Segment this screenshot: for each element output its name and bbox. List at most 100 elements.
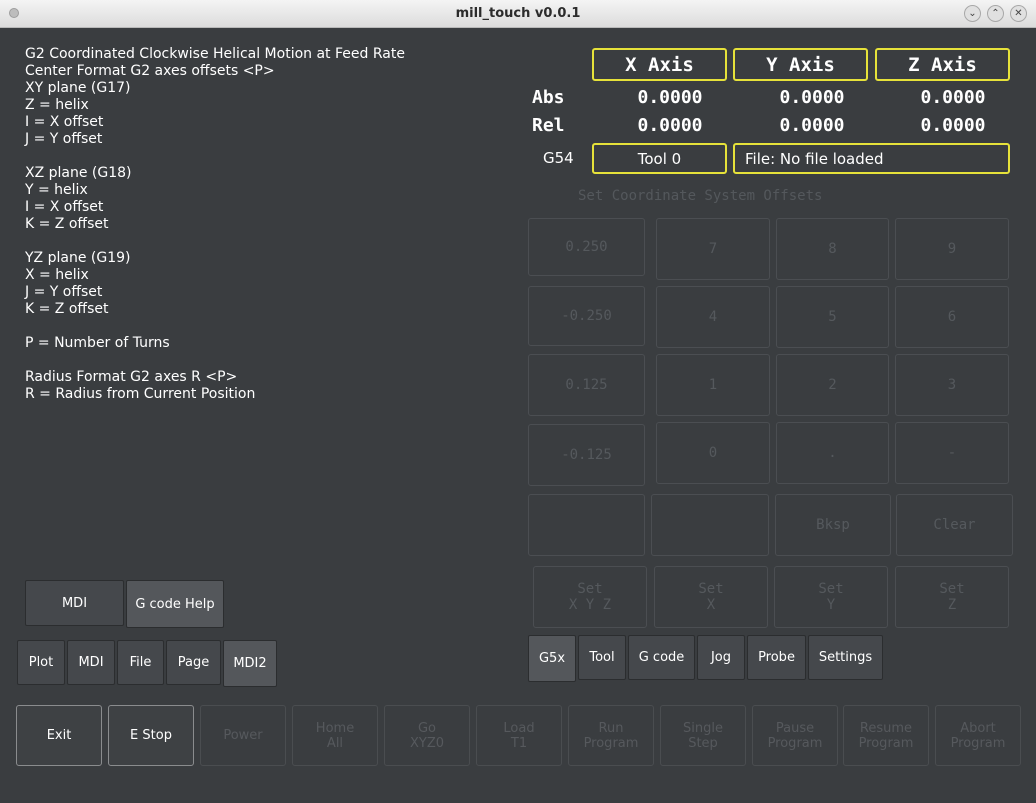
minimize-button[interactable]: ⌄ — [964, 5, 981, 22]
pause-program-button[interactable]: Pause Program — [752, 705, 838, 766]
gcode-help-button[interactable]: G code Help — [126, 580, 224, 628]
resume-program-button[interactable]: Resume Program — [843, 705, 929, 766]
keypad-bksp-button[interactable]: Bksp — [775, 494, 891, 556]
keypad-3-button[interactable]: 3 — [895, 354, 1009, 416]
abort-program-line2: Program — [950, 735, 1006, 751]
home-all-button[interactable]: Home All — [292, 705, 378, 766]
set-x-button[interactable]: Set X — [654, 566, 768, 628]
help-line: G2 Coordinated Clockwise Helical Motion … — [25, 46, 405, 62]
help-line: I = X offset — [25, 199, 104, 215]
help-line: Y = helix — [25, 182, 88, 198]
tab-tool[interactable]: Tool — [578, 635, 626, 680]
tab-jog[interactable]: Jog — [697, 635, 745, 680]
tab-mdi[interactable]: MDI — [67, 640, 115, 685]
help-line — [25, 318, 505, 335]
single-step-line2: Step — [688, 735, 718, 751]
maximize-icon: ⌃ — [991, 7, 1000, 19]
help-line: Center Format G2 axes offsets <P> — [25, 63, 275, 79]
z-abs-value: 0.0000 — [920, 87, 986, 108]
coord-system-label: G54 — [543, 149, 574, 167]
keypad-9-button[interactable]: 9 — [895, 218, 1009, 280]
tab-file[interactable]: File — [117, 640, 164, 685]
keypad-minus0250-button[interactable]: -0.250 — [528, 286, 645, 346]
keypad-dot-button[interactable]: . — [776, 422, 889, 484]
single-step-line1: Single — [683, 720, 723, 736]
x-rel-value: 0.0000 — [637, 115, 703, 136]
power-button[interactable]: Power — [200, 705, 286, 766]
go-xyz0-line2: XYZ0 — [409, 735, 445, 751]
resume-program-line2: Program — [858, 735, 914, 751]
tab-settings[interactable]: Settings — [808, 635, 883, 680]
mdi-button[interactable]: MDI — [25, 580, 124, 626]
help-line — [25, 352, 505, 369]
set-xyz-button[interactable]: Set X Y Z — [533, 566, 647, 628]
set-xyz-line1: Set — [577, 581, 603, 597]
help-line: K = Z offset — [25, 216, 109, 232]
close-button[interactable]: ✕ — [1010, 5, 1027, 22]
close-icon: ✕ — [1014, 7, 1023, 19]
help-line: J = Y offset — [25, 284, 103, 300]
keypad-blank-2[interactable] — [651, 494, 769, 556]
help-line: Radius Format G2 axes R <P> — [25, 369, 238, 385]
tool-display: Tool 0 — [592, 143, 727, 174]
keypad-clear-button[interactable]: Clear — [896, 494, 1013, 556]
home-all-line1: Home — [315, 720, 355, 736]
help-line: Z = helix — [25, 97, 89, 113]
load-t1-line2: T1 — [510, 735, 528, 751]
keypad-title: Set Coordinate System Offsets — [578, 188, 823, 204]
rel-label: Rel — [532, 115, 565, 136]
load-t1-line1: Load — [503, 720, 535, 736]
keypad-0125-button[interactable]: 0.125 — [528, 354, 645, 416]
help-line: R = Radius from Current Position — [25, 386, 256, 402]
help-line: J = Y offset — [25, 131, 103, 147]
keypad-0250-button[interactable]: 0.250 — [528, 218, 645, 276]
window-titlebar: mill_touch v0.0.1 ⌄ ⌃ ✕ — [0, 0, 1036, 28]
help-line: P = Number of Turns — [25, 335, 170, 351]
run-program-line2: Program — [583, 735, 639, 751]
keypad-2-button[interactable]: 2 — [776, 354, 889, 416]
keypad-0-button[interactable]: 0 — [656, 422, 770, 484]
set-z-button[interactable]: Set Z — [895, 566, 1009, 628]
x-abs-value: 0.0000 — [637, 87, 703, 108]
home-all-line2: All — [326, 735, 344, 751]
run-program-line1: Run — [598, 720, 624, 736]
keypad-5-button[interactable]: 5 — [776, 286, 889, 348]
go-xyz0-button[interactable]: Go XYZ0 — [384, 705, 470, 766]
maximize-button[interactable]: ⌃ — [987, 5, 1004, 22]
keypad-minus-button[interactable]: - — [895, 422, 1009, 484]
tab-g5x[interactable]: G5x — [528, 635, 576, 682]
app-root: G2 Coordinated Clockwise Helical Motion … — [0, 29, 1036, 803]
tab-probe[interactable]: Probe — [747, 635, 806, 680]
tab-plot[interactable]: Plot — [17, 640, 65, 685]
set-x-line1: Set — [698, 581, 724, 597]
abort-program-button[interactable]: Abort Program — [935, 705, 1021, 766]
estop-button[interactable]: E Stop — [108, 705, 194, 766]
keypad-minus0125-button[interactable]: -0.125 — [528, 424, 645, 486]
abs-label: Abs — [532, 87, 565, 108]
keypad-blank-1[interactable] — [528, 494, 645, 556]
keypad-7-button[interactable]: 7 — [656, 218, 770, 280]
run-program-button[interactable]: Run Program — [568, 705, 654, 766]
tab-page[interactable]: Page — [166, 640, 221, 685]
y-axis-header[interactable]: Y Axis — [733, 48, 868, 81]
single-step-button[interactable]: Single Step — [660, 705, 746, 766]
go-xyz0-line1: Go — [417, 720, 437, 736]
x-axis-header[interactable]: X Axis — [592, 48, 727, 81]
set-y-button[interactable]: Set Y — [774, 566, 888, 628]
keypad-8-button[interactable]: 8 — [776, 218, 889, 280]
minimize-icon: ⌄ — [968, 7, 977, 19]
set-z-line2: Z — [947, 597, 957, 613]
exit-button[interactable]: Exit — [16, 705, 102, 766]
file-display: File: No file loaded — [733, 143, 1010, 174]
help-line: YZ plane (G19) — [25, 250, 131, 266]
z-axis-header[interactable]: Z Axis — [875, 48, 1010, 81]
help-line — [25, 233, 505, 250]
keypad-4-button[interactable]: 4 — [656, 286, 770, 348]
help-line: XY plane (G17) — [25, 80, 131, 96]
tab-gcode[interactable]: G code — [628, 635, 695, 680]
keypad-6-button[interactable]: 6 — [895, 286, 1009, 348]
tab-mdi2[interactable]: MDI2 — [223, 640, 277, 687]
load-t1-button[interactable]: Load T1 — [476, 705, 562, 766]
keypad-1-button[interactable]: 1 — [656, 354, 770, 416]
help-line: I = X offset — [25, 114, 104, 130]
